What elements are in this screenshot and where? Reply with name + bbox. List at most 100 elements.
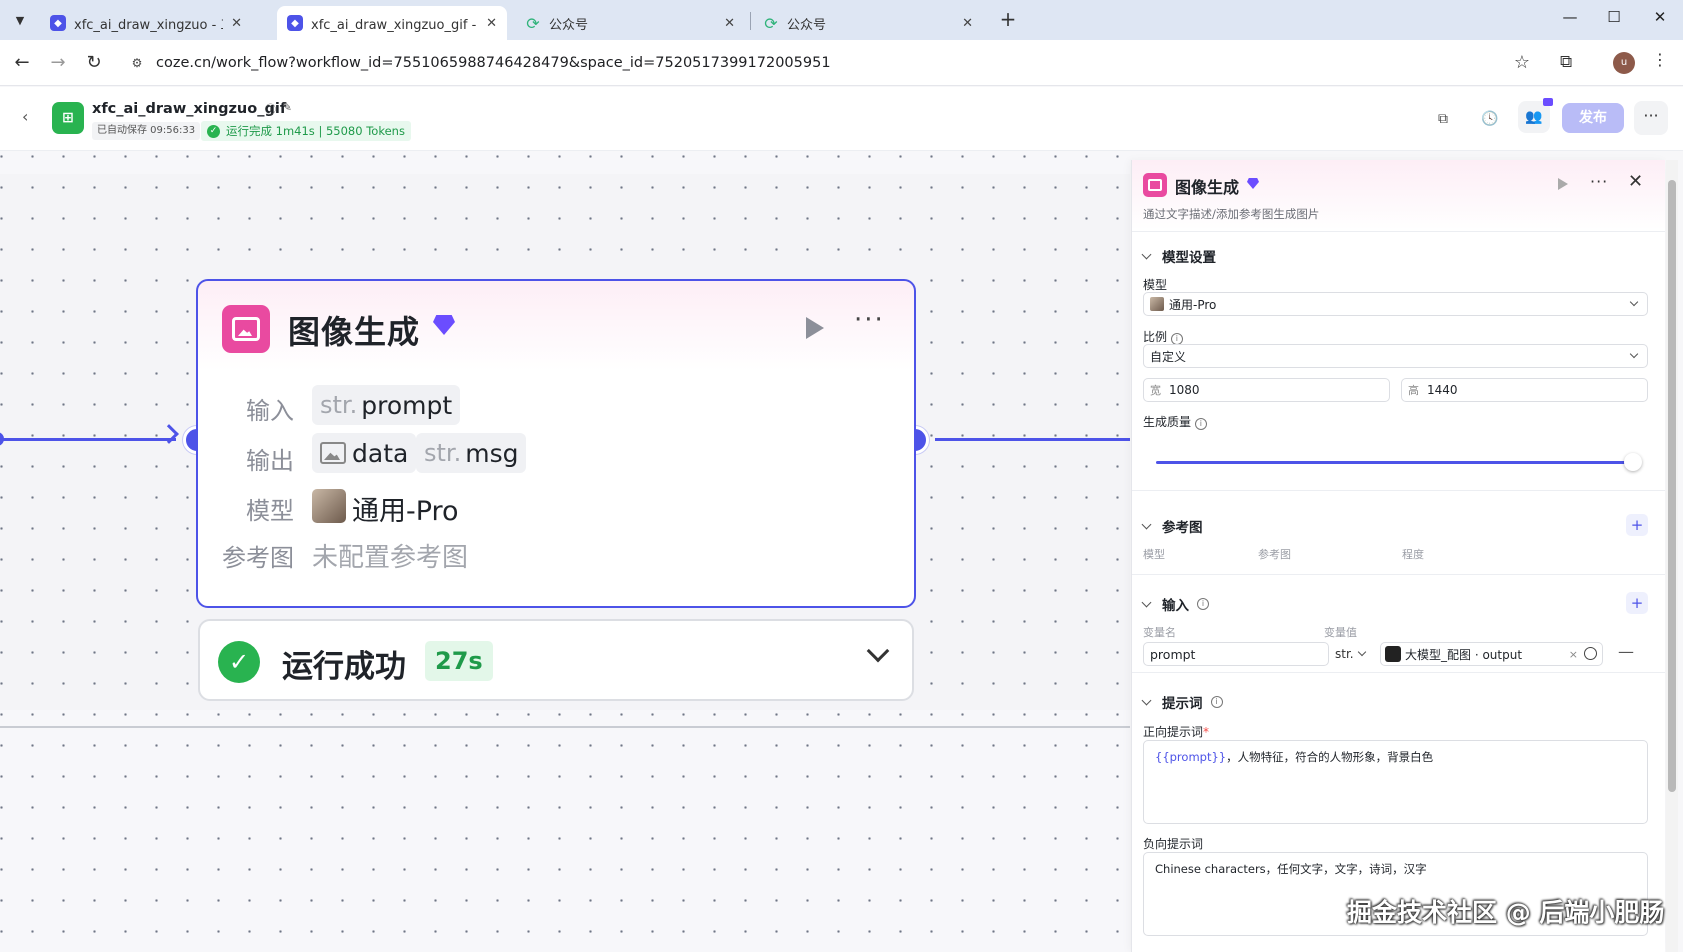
bookmark-star-icon[interactable]: ☆: [1514, 52, 1530, 73]
quality-field-label: 生成质量 i: [1143, 413, 1207, 430]
quality-label-text: 生成质量: [1143, 415, 1192, 429]
profile-avatar[interactable]: u: [1613, 52, 1635, 74]
tab-search-chevron-icon[interactable]: ▼: [8, 8, 32, 32]
workflow-canvas[interactable]: 图像生成 ··· 输入 str. prompt 输出 data str. msg…: [0, 152, 1130, 952]
param-name: prompt: [361, 390, 453, 420]
node-settings-panel: 图像生成 通过文字描述/添加参考图生成图片 ··· ✕ 模型设置 模型 通用-P…: [1131, 160, 1665, 952]
clear-icon[interactable]: ×: [1569, 648, 1578, 661]
positive-prompt-textarea[interactable]: {{prompt}}，人物特征，符合的人物形象，背景白色: [1143, 740, 1648, 824]
run-node-play-icon[interactable]: [806, 317, 824, 339]
variable-picker-icon[interactable]: [1584, 647, 1597, 660]
close-tab-icon[interactable]: ✕: [231, 16, 242, 31]
reference-label: 参考图: [222, 544, 294, 572]
tab-title: xfc_ai_draw_xingzuo_gif - 工作流: [311, 17, 478, 33]
section-title: 模型设置: [1162, 250, 1216, 266]
var-name-input[interactable]: prompt: [1143, 642, 1329, 666]
required-mark: *: [1203, 725, 1210, 739]
collapse-chevron-icon: [1141, 597, 1152, 607]
workflow-title: xfc_ai_draw_xingzuo_gif: [92, 101, 287, 117]
users-icon: 👥: [1525, 109, 1543, 125]
var-reference-field[interactable]: 大模型_配图 · output ×: [1380, 642, 1603, 666]
collapse-chevron-icon: [1141, 249, 1152, 259]
info-icon[interactable]: i: [1194, 418, 1207, 430]
panel-header: 图像生成 通过文字描述/添加参考图生成图片 ··· ✕: [1132, 160, 1665, 232]
close-tab-icon[interactable]: ✕: [486, 16, 497, 31]
history-clock-icon[interactable]: 🕓: [1481, 111, 1498, 127]
new-tab-button[interactable]: +: [996, 8, 1020, 30]
browser-tab-3[interactable]: ⟳ 公众号 ✕: [515, 6, 745, 40]
vip-badge-icon: [1543, 98, 1553, 106]
section-divider: [1132, 672, 1665, 673]
width-input[interactable]: 宽 1080: [1143, 378, 1390, 402]
var-type-select[interactable]: str.: [1335, 642, 1375, 666]
info-icon[interactable]: i: [1197, 598, 1209, 610]
ratio-select[interactable]: 自定义: [1143, 344, 1648, 368]
back-arrow-icon[interactable]: ←: [11, 52, 33, 74]
collaborators-button[interactable]: 👥: [1518, 98, 1553, 133]
extensions-icon[interactable]: ⧉: [1560, 52, 1572, 72]
site-settings-icon[interactable]: ⚙: [128, 54, 146, 72]
panel-scrollbar[interactable]: [1666, 160, 1678, 952]
remove-input-icon[interactable]: —: [1618, 642, 1634, 661]
test-run-play-icon[interactable]: [1558, 178, 1568, 190]
back-chevron-icon[interactable]: ‹: [22, 107, 28, 126]
input-section-toggle[interactable]: 输入 i: [1141, 594, 1209, 614]
close-tab-icon[interactable]: ✕: [962, 16, 973, 31]
reference-section-toggle[interactable]: 参考图: [1141, 516, 1203, 536]
run-result-text: 运行成功: [282, 649, 406, 685]
param-name: data: [352, 438, 409, 468]
close-tab-icon[interactable]: ✕: [724, 16, 735, 31]
minimize-icon[interactable]: —: [1550, 8, 1590, 26]
prompt-section-toggle[interactable]: 提示词 i: [1141, 692, 1223, 712]
expand-chevron-icon[interactable]: [866, 639, 890, 663]
copy-icon[interactable]: ⧉: [1438, 111, 1448, 127]
add-reference-button[interactable]: +: [1626, 514, 1648, 536]
forward-arrow-icon[interactable]: →: [47, 52, 69, 74]
quality-slider-handle[interactable]: [1624, 453, 1642, 471]
incoming-edge[interactable]: [0, 438, 176, 441]
run-status-badge[interactable]: ✓ 运行完成 1m41s | 55080 Tokens: [201, 121, 411, 141]
info-icon[interactable]: i: [1210, 696, 1223, 708]
var-name-header: 变量名: [1143, 626, 1176, 639]
model-avatar: [1150, 297, 1164, 311]
scrollbar-thumb[interactable]: [1668, 180, 1676, 792]
ref-col-degree: 程度: [1402, 548, 1424, 561]
panel-more-icon[interactable]: ···: [1590, 172, 1608, 191]
watermark-text: 掘金技术社区 @ 后端小肥肠: [1347, 898, 1665, 927]
collapse-chevron-icon: [1141, 695, 1152, 705]
info-icon[interactable]: ⓘ: [265, 101, 276, 117]
section-divider: [1132, 574, 1665, 575]
quality-slider-track[interactable]: [1156, 461, 1628, 464]
canvas-divider: [0, 726, 1130, 728]
close-window-icon[interactable]: ✕: [1640, 8, 1680, 26]
reload-icon[interactable]: ↻: [83, 52, 105, 74]
height-input[interactable]: 高 1440: [1401, 378, 1648, 402]
close-panel-icon[interactable]: ✕: [1628, 171, 1643, 192]
edit-icon[interactable]: ✎: [282, 100, 292, 114]
type-prefix: str.: [424, 439, 462, 467]
more-options-button[interactable]: ···: [1634, 101, 1668, 135]
url-text[interactable]: coze.cn/work_flow?workflow_id=7551065988…: [156, 55, 831, 71]
height-value: 1440: [1427, 383, 1458, 397]
model-field-label: 模型: [1143, 278, 1168, 292]
tab-divider: [750, 12, 751, 30]
image-type-icon: [320, 442, 346, 464]
publish-button[interactable]: 发布: [1562, 103, 1624, 133]
outgoing-edge[interactable]: [935, 438, 1130, 441]
chevron-down-icon: [1629, 297, 1639, 307]
url-omnibox[interactable]: ⚙ coze.cn/work_flow?workflow_id=75510659…: [120, 46, 1540, 80]
browser-menu-icon[interactable]: ⋮: [1652, 50, 1668, 69]
browser-tab-4[interactable]: ⟳ 公众号 ✕: [753, 6, 983, 40]
model-settings-section-toggle[interactable]: 模型设置: [1141, 246, 1216, 266]
negative-prompt-text: Chinese characters，任何文字，文字，诗词，汉字: [1155, 862, 1427, 876]
add-input-button[interactable]: +: [1626, 592, 1648, 614]
run-result-bar[interactable]: ✓ 运行成功 27s: [198, 619, 914, 701]
browser-tab-1[interactable]: ◆ xfc_ai_draw_xingzuo - 工作流 ✕: [40, 6, 252, 40]
image-generation-node[interactable]: 图像生成 ··· 输入 str. prompt 输出 data str. msg…: [196, 279, 916, 608]
node-more-icon[interactable]: ···: [854, 305, 885, 335]
var-type-value: str.: [1335, 647, 1354, 661]
maximize-icon[interactable]: ☐: [1594, 8, 1634, 26]
browser-tab-2[interactable]: ◆ xfc_ai_draw_xingzuo_gif - 工作流 ✕: [277, 6, 507, 40]
tab-title: 公众号: [787, 17, 827, 33]
model-select[interactable]: 通用-Pro: [1143, 292, 1648, 316]
